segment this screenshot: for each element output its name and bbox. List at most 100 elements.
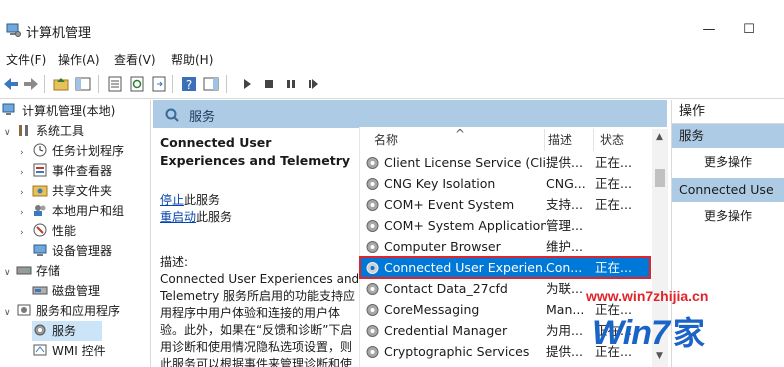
service-gear-icon (366, 241, 379, 253)
table-row[interactable]: COM+ Event System 支持... 正在... (360, 194, 650, 215)
expand-arrow-icon[interactable]: › (20, 163, 32, 183)
more-actions-services[interactable]: 更多操作 (704, 153, 752, 170)
title-bar: 计算机管理 — ☐ (0, 0, 784, 44)
watermark-logo: Win7 家 (592, 308, 705, 354)
device-manager-icon (33, 244, 47, 256)
tree-item-label: 共享文件夹 (52, 184, 113, 198)
selected-service-name: Connected User Experiences and Telemetry (160, 135, 351, 168)
action-pane-icon[interactable] (202, 75, 220, 93)
service-name: Cryptographic Services (384, 344, 530, 359)
storage-icon (16, 266, 32, 275)
watermark: www.win7zhijia.cn Win7 家 (586, 288, 776, 360)
table-row[interactable]: Client License Service (Cli... 提供... 正在.… (360, 152, 650, 173)
description-text: Connected User Experiences and Telemetry… (160, 272, 360, 367)
service-desc: Man... (546, 302, 585, 317)
actions-group-selected-service[interactable]: Connected Use (672, 178, 784, 202)
service-desc: 提供... (546, 155, 583, 170)
scrollbar-thumb[interactable] (655, 169, 665, 187)
expand-arrow-icon[interactable]: › (20, 223, 32, 243)
window-title: 计算机管理 (26, 26, 92, 41)
expand-arrow-icon[interactable]: ∨ (4, 303, 16, 323)
actions-title: 操作 (672, 100, 784, 124)
tools-icon (19, 125, 28, 136)
table-row[interactable]: COM+ System Application 管理... (360, 215, 650, 236)
actions-group-services[interactable]: 服务 (672, 124, 784, 148)
service-gear-icon (366, 346, 379, 358)
expand-arrow-icon[interactable]: › (20, 143, 32, 163)
service-status: 正在... (595, 260, 632, 275)
menu-view[interactable]: 查看(V) (114, 51, 156, 68)
service-desc: CNG... (546, 176, 586, 191)
show-hide-tree-icon[interactable] (74, 75, 92, 93)
minimize-button[interactable]: — (692, 18, 726, 42)
tree-item-disk-management[interactable]: 磁盘管理 (32, 281, 100, 301)
disk-icon (32, 286, 48, 295)
table-row[interactable]: Computer Browser 维护... (360, 236, 650, 257)
tree-item-task-scheduler[interactable]: › 任务计划程序 (20, 141, 124, 161)
export-list-icon[interactable] (150, 75, 168, 93)
tree-item-computer-management[interactable]: 计算机管理(本地) (2, 101, 115, 121)
service-name: Computer Browser (384, 239, 501, 254)
expand-arrow-icon[interactable]: › (20, 203, 32, 223)
help-icon[interactable]: ? (180, 75, 198, 93)
restart-service-link[interactable]: 重启动 (160, 210, 196, 224)
forward-arrow-icon[interactable] (22, 75, 40, 93)
column-header-description[interactable]: 描述 (548, 129, 572, 151)
pause-service-icon[interactable] (282, 75, 300, 93)
column-header-name[interactable]: 名称 (374, 129, 398, 151)
tree-item-system-tools[interactable]: ∨ 系统工具 (4, 121, 84, 141)
stop-service-link[interactable]: 停止 (160, 193, 184, 207)
svg-text:?: ? (186, 78, 192, 92)
table-row[interactable]: CNG Key Isolation CNG... 正在... (360, 173, 650, 194)
tree-item-wmi-control[interactable]: WMI 控件 (32, 341, 106, 361)
expand-arrow-icon[interactable]: ∨ (4, 123, 16, 143)
scroll-up-icon[interactable]: ▲ (656, 132, 663, 142)
menu-action[interactable]: 操作(A) (58, 51, 100, 68)
menu-file[interactable]: 文件(F) (6, 51, 46, 68)
tree-item-shared-folders[interactable]: › 共享文件夹 (20, 181, 112, 201)
column-header-status[interactable]: 状态 (600, 129, 624, 151)
wmi-icon (33, 344, 47, 356)
computer-management-icon (6, 23, 21, 37)
tree-item-label: 计算机管理(本地) (22, 104, 116, 118)
restart-service-icon[interactable] (304, 75, 322, 93)
expand-arrow-icon[interactable]: › (20, 183, 32, 203)
menu-help[interactable]: 帮助(H) (171, 51, 213, 68)
tree-item-local-users[interactable]: › 本地用户和组 (20, 201, 124, 221)
services-apps-icon (17, 304, 31, 316)
up-folder-icon[interactable] (52, 75, 70, 93)
tree-item-services-and-apps[interactable]: ∨ 服务和应用程序 (4, 301, 120, 321)
service-gear-icon (366, 304, 379, 316)
description-label: 描述: (160, 255, 189, 269)
tree-item-label: 服务 (52, 324, 77, 338)
service-desc: 提供... (546, 344, 583, 359)
users-icon (34, 205, 46, 216)
service-desc: 管理... (546, 218, 583, 233)
back-arrow-icon[interactable] (2, 75, 20, 93)
properties-icon[interactable] (106, 75, 124, 93)
tree-item-storage[interactable]: ∨ 存储 (4, 261, 60, 281)
refresh-icon[interactable] (128, 75, 146, 93)
expand-arrow-icon[interactable]: ∨ (4, 263, 16, 283)
service-status: 正在... (595, 176, 632, 191)
service-name: Client License Service (Cli... (384, 155, 546, 170)
stop-service-icon[interactable] (260, 75, 278, 93)
tree-item-device-manager[interactable]: 设备管理器 (32, 241, 112, 261)
performance-icon (33, 223, 47, 237)
gear-icon (34, 324, 46, 336)
service-gear-icon (366, 199, 379, 211)
start-service-icon[interactable] (238, 75, 256, 93)
table-row-selected[interactable]: Connected User Experien... Con... 正在... (359, 256, 651, 279)
tree-item-label: 本地用户和组 (52, 204, 125, 218)
tree-item-label: 设备管理器 (52, 244, 113, 258)
service-desc: 为联... (546, 281, 583, 296)
tree-item-label: 性能 (52, 224, 77, 238)
tree-item-services[interactable]: 服务 (32, 321, 102, 341)
tree-item-performance[interactable]: › 性能 (20, 221, 76, 241)
service-name: CoreMessaging (384, 302, 480, 317)
tree-item-event-viewer[interactable]: › 事件查看器 (20, 161, 112, 181)
clock-icon (33, 143, 47, 157)
maximize-button[interactable]: ☐ (732, 18, 766, 42)
menu-bar: 文件(F) 操作(A) 查看(V) 帮助(H) (0, 48, 784, 70)
more-actions-selected-service[interactable]: 更多操作 (704, 207, 752, 224)
